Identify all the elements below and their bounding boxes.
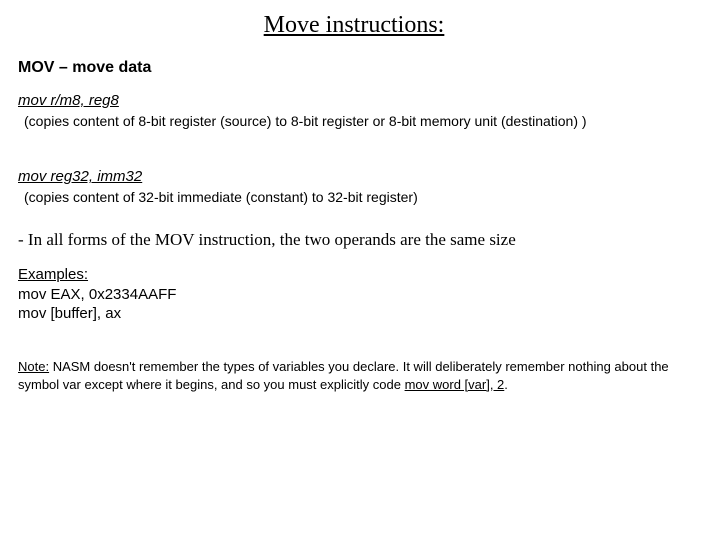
size-rule: - In all forms of the MOV instruction, t… <box>18 229 690 250</box>
example-line-1: mov EAX, 0x2334AAFF <box>18 286 690 305</box>
desc-form-1: (copies content of 8-bit register (sourc… <box>24 113 690 131</box>
slide: Move instructions: MOV – move data mov r… <box>0 0 720 540</box>
note-body: NASM doesn't remember the types of varia… <box>18 359 669 392</box>
examples-label: Examples: <box>18 266 690 285</box>
syntax-form-2: mov reg32, imm32 <box>18 168 690 187</box>
note-block: Note: NASM doesn't remember the types of… <box>18 358 690 393</box>
slide-title: Move instructions: <box>18 10 690 40</box>
note-label: Note: <box>18 359 49 374</box>
example-line-2: mov [buffer], ax <box>18 305 690 324</box>
mnemonic-heading: MOV – move data <box>18 58 690 78</box>
note-tail: . <box>504 377 508 392</box>
syntax-form-1: mov r/m8, reg8 <box>18 92 690 111</box>
desc-form-2: (copies content of 32-bit immediate (con… <box>24 189 690 207</box>
note-code: mov word [var], 2 <box>405 377 505 392</box>
